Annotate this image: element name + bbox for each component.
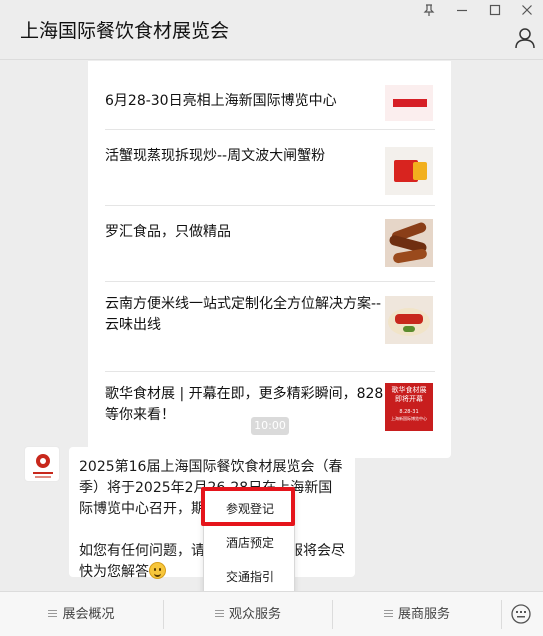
article-title: 6月28-30日亮相上海新国际博览中心 — [105, 93, 337, 109]
close-icon[interactable] — [516, 2, 538, 22]
keyboard-icon[interactable] — [510, 603, 532, 625]
thumb-text: 8.28-31 — [399, 409, 419, 415]
article-item[interactable]: 歌华食材展 | 开幕在即，更多精彩瞬间，828等你来看！ 歌华食材展 即将开幕 … — [105, 371, 435, 458]
thumb-text: 上海新国际博览中心 — [391, 416, 427, 421]
menu-label: 观众服务 — [228, 607, 281, 622]
profile-icon[interactable] — [513, 26, 537, 50]
maximize-icon[interactable] — [484, 2, 506, 22]
article-title: 云南方便米线一站式定制化全方位解决方案--云味出线 — [105, 296, 382, 333]
menu-label: 展会概况 — [62, 607, 115, 622]
article-thumbnail — [385, 147, 433, 195]
article-item[interactable]: 云南方便米线一站式定制化全方位解决方案--云味出线 — [105, 281, 435, 371]
menu-label: 展商服务 — [397, 607, 450, 622]
highlight-box — [201, 487, 295, 526]
logo-icon — [33, 454, 53, 478]
title-bar: 上海国际餐饮食材展览会 — [0, 0, 543, 60]
article-thumbnail — [385, 85, 433, 121]
menu-exhibition-overview[interactable]: 展会概况 — [0, 592, 163, 636]
pin-icon[interactable] — [418, 2, 440, 22]
article-title: 罗汇食品，只做精品 — [105, 224, 231, 240]
menu-item-hotel-booking[interactable]: 酒店预定 — [204, 526, 296, 560]
time-badge: 10:00 — [251, 417, 289, 435]
article-item[interactable]: 6月28-30日亮相上海新国际博览中心 — [105, 61, 435, 129]
menu-item-transport-guide[interactable]: 交通指引 — [204, 560, 296, 591]
article-item[interactable]: 罗汇食品，只做精品 — [105, 205, 435, 281]
article-title: 活蟹现蒸现拆现炒--周文波大闸蟹粉 — [105, 148, 326, 164]
menu-lines-icon — [383, 610, 393, 617]
article-item[interactable]: 活蟹现蒸现拆现炒--周文波大闸蟹粉 — [105, 129, 435, 205]
article-thumbnail — [385, 296, 433, 344]
bottom-menu-bar: 展会概况 观众服务 展商服务 — [0, 591, 543, 636]
article-thumbnail: 歌华食材展 即将开幕 8.28-31 上海新国际博览中心 — [385, 383, 433, 431]
menu-exhibitor-service[interactable]: 展商服务 — [333, 592, 501, 636]
window-title: 上海国际餐饮食材展览会 — [20, 20, 230, 42]
chat-area[interactable]: 6月28-30日亮相上海新国际博览中心 活蟹现蒸现拆现炒--周文波大闸蟹粉 罗汇… — [0, 61, 543, 591]
thumb-text: 即将开幕 — [395, 395, 423, 403]
menu-lines-icon — [48, 610, 58, 617]
menu-lines-icon — [214, 610, 224, 617]
divider — [501, 600, 502, 629]
article-card: 6月28-30日亮相上海新国际博览中心 活蟹现蒸现拆现炒--周文波大闸蟹粉 罗汇… — [88, 61, 451, 458]
avatar[interactable] — [24, 446, 60, 482]
minimize-icon[interactable] — [451, 2, 473, 22]
article-title: 歌华食材展 | 开幕在即，更多精彩瞬间，828等你来看！ — [105, 386, 384, 423]
article-thumbnail — [385, 219, 433, 267]
menu-visitor-service[interactable]: 观众服务 — [164, 592, 332, 636]
smile-emoji-icon — [149, 562, 166, 579]
thumb-text: 歌华食材展 — [391, 386, 427, 394]
